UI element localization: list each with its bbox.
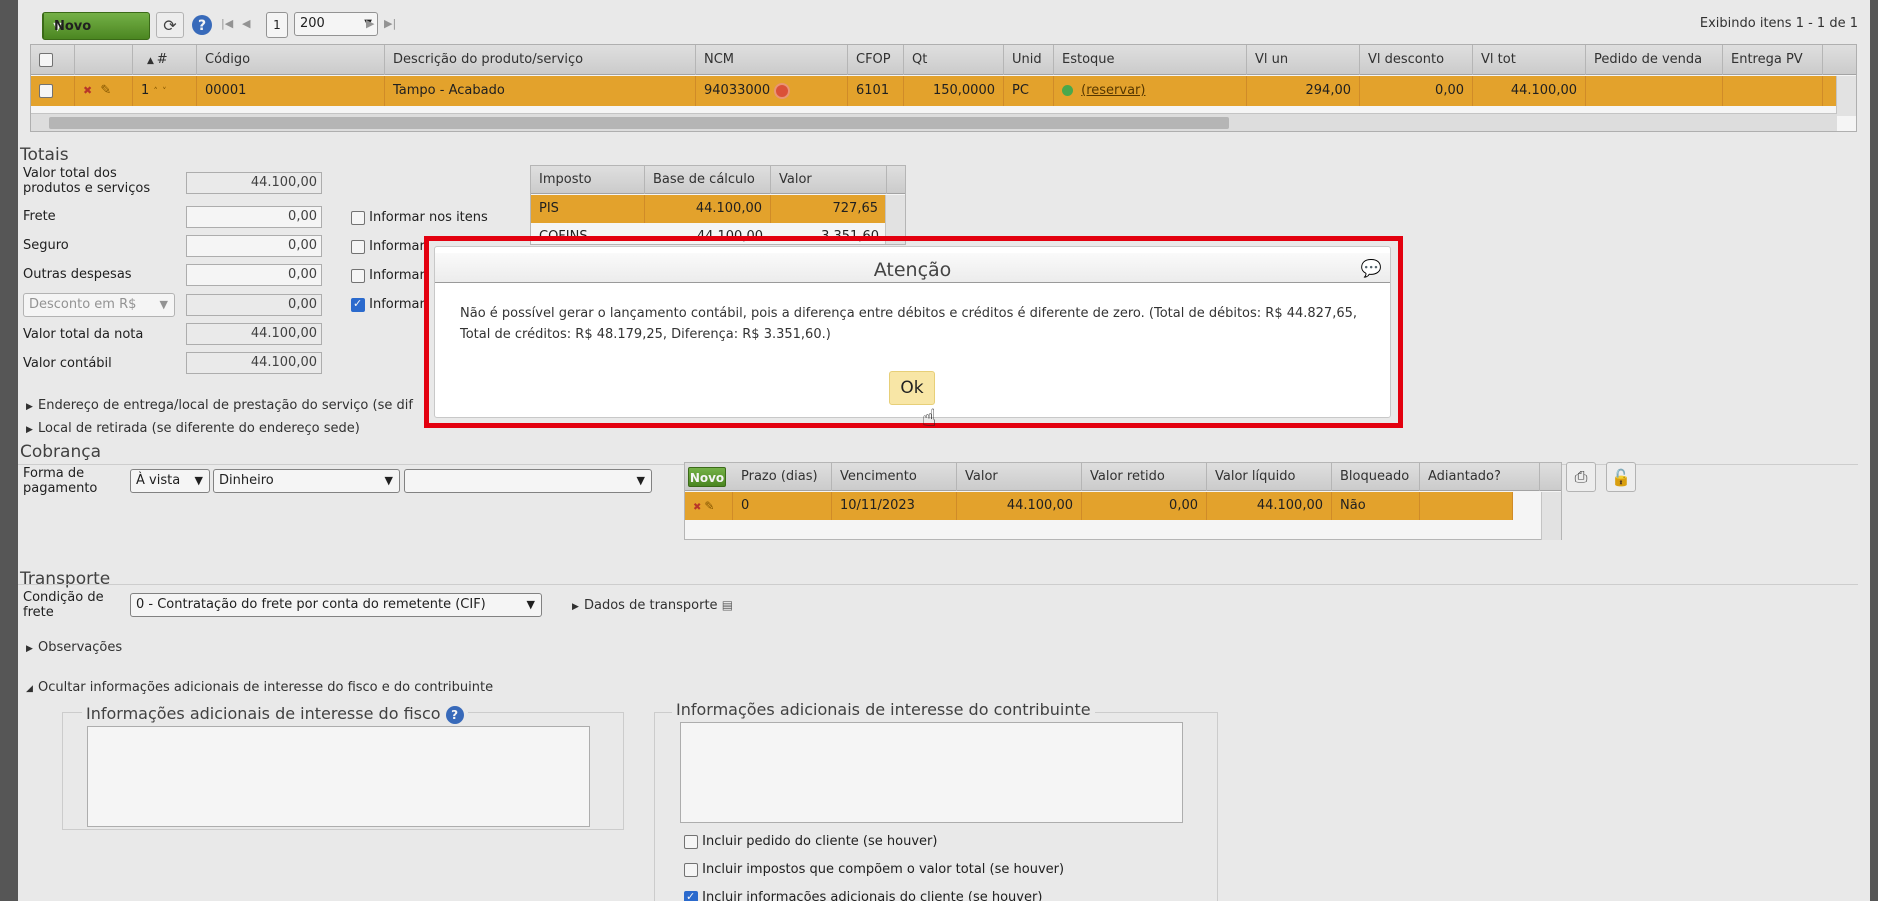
dialog-title: Atenção [435,253,1390,283]
modal-overlay [0,0,1878,901]
hand-cursor-icon: ☝ [922,404,937,432]
dialog-message: Não é possível gerar o lançamento contáb… [460,306,1358,342]
comment-icon[interactable]: 💬 [1361,259,1382,279]
attention-dialog: Atenção 💬 Não é possível gerar o lançame… [434,246,1391,418]
ok-button[interactable]: Ok [889,371,935,405]
app-window: Novo ▼ ⟳ ? |◀ ◀ 1 200 ▼ ▶ ▶| Exibindo it… [0,0,1878,901]
